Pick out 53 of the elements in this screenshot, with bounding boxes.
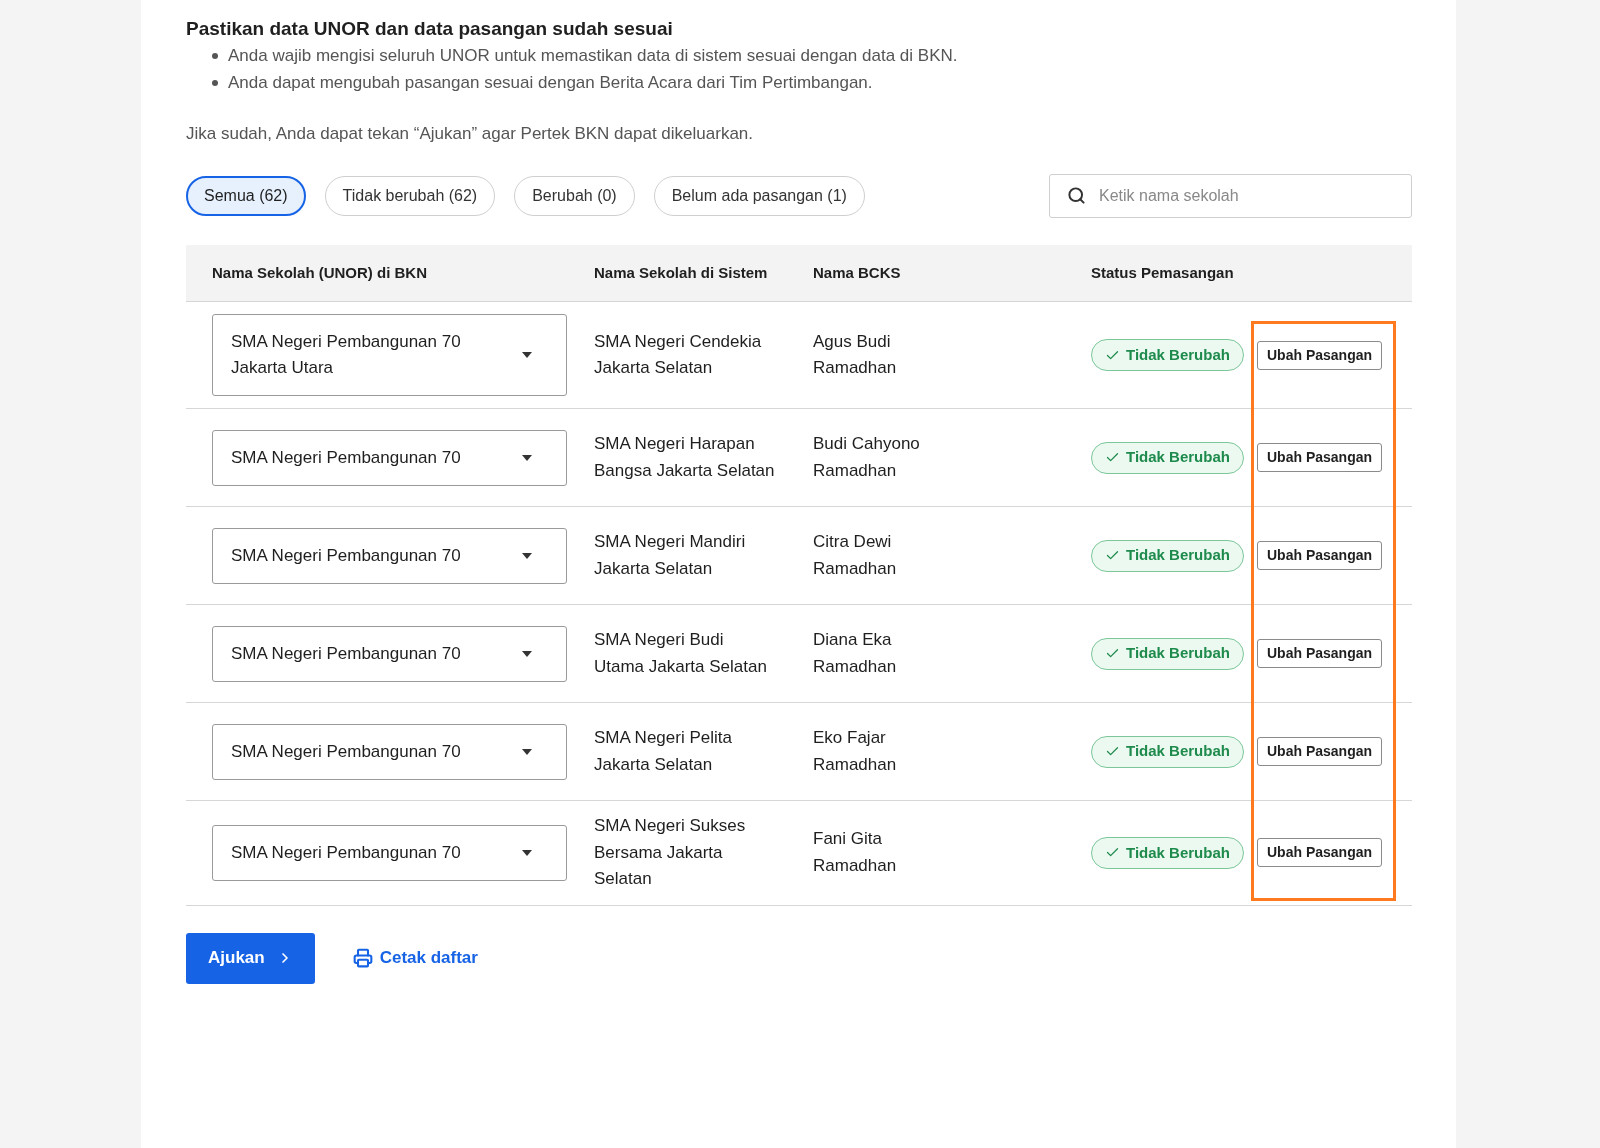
instruction-text: Jika sudah, Anda dapat tekan “Ajukan” agar Pertek BKN dapat dikeluarkan. <box>186 123 755 145</box>
caret-icon <box>522 748 532 755</box>
status-badge: Tidak Berubah <box>1091 539 1244 572</box>
filter-chip[interactable]: Belum ada pasangan (1) <box>653 176 865 216</box>
caret-icon <box>522 454 532 461</box>
column-header: Nama Sekolah (UNOR) di BKN <box>212 262 429 283</box>
column-header: Nama Sekolah di Sistem <box>594 262 769 283</box>
filter-chip[interactable]: Tidak berubah (62) <box>324 176 496 216</box>
bullet-text: Anda dapat mengubah pasangan sesuai dengan Berita Acara dari Tim Pertimbangan. <box>228 72 873 94</box>
table-cell-text: Agus Budi Ramadhan <box>813 330 898 379</box>
status-badge: Tidak Berubah <box>1091 836 1244 869</box>
school-dropdown[interactable]: SMA Negeri Pembangunan 70 <box>212 429 567 486</box>
table-cell-text: SMA Negeri Pelita Jakarta Selatan <box>594 727 733 776</box>
section-heading: Pastikan data UNOR dan data pasangan sudah sesuai <box>186 17 674 41</box>
status-badge: Tidak Berubah <box>1091 735 1244 768</box>
school-dropdown[interactable]: SMA Negeri Pembangunan 70 Jakarta Utara <box>212 314 567 396</box>
change-pair-button[interactable]: Ubah Pasangan <box>1257 737 1383 766</box>
school-dropdown[interactable]: SMA Negeri Pembangunan 70 <box>212 824 567 881</box>
caret-icon <box>522 650 532 657</box>
change-pair-button[interactable]: Ubah Pasangan <box>1257 639 1383 668</box>
status-badge: Tidak Berubah <box>1091 637 1244 670</box>
table-cell-text: SMA Negeri Sukses Bersama Jakarta Selatan <box>594 815 747 890</box>
table-cell-text: Eko Fajar Ramadhan <box>813 727 898 776</box>
column-header: Nama BCKS <box>813 262 902 283</box>
school-dropdown[interactable]: SMA Negeri Pembangunan 70 <box>212 625 567 682</box>
search-icon <box>1067 186 1086 205</box>
status-badge: Tidak Berubah <box>1091 441 1244 474</box>
caret-icon <box>522 849 532 856</box>
filter-chip[interactable]: Berubah (0) <box>514 176 635 216</box>
table-cell-text: SMA Negeri Mandiri Jakarta Selatan <box>594 531 747 580</box>
caret-icon <box>522 552 532 559</box>
printer-icon <box>352 948 373 968</box>
change-pair-button[interactable]: Ubah Pasangan <box>1257 541 1383 570</box>
table-cell-text: SMA Negeri Budi Utama Jakarta Selatan <box>594 629 768 678</box>
table-cell-text: SMA Negeri Harapan Bangsa Jakarta Selatan <box>594 433 776 482</box>
column-header: Status Pemasangan <box>1091 262 1235 283</box>
table-cell-text: Budi Cahyono Ramadhan <box>813 433 921 482</box>
school-dropdown[interactable]: SMA Negeri Pembangunan 70 <box>212 527 567 584</box>
filter-chip[interactable]: Semua (62) <box>186 176 306 216</box>
search-field[interactable]: Ketik nama sekolah <box>1049 174 1412 218</box>
submit-button[interactable]: Ajukan <box>186 932 315 984</box>
print-list-link[interactable]: Cetak daftar <box>352 945 478 971</box>
table-cell-text: Diana Eka Ramadhan <box>813 629 898 678</box>
caret-icon <box>522 352 532 358</box>
change-pair-button[interactable]: Ubah Pasangan <box>1257 340 1383 370</box>
table-cell-text: Citra Dewi Ramadhan <box>813 531 898 580</box>
table-cell-text: Fani Gita Ramadhan <box>813 828 898 877</box>
change-pair-button[interactable]: Ubah Pasangan <box>1257 838 1383 868</box>
change-pair-button[interactable]: Ubah Pasangan <box>1257 443 1383 472</box>
table-cell-text: SMA Negeri Cendekia Jakarta Selatan <box>594 330 763 379</box>
school-dropdown[interactable]: SMA Negeri Pembangunan 70 <box>212 723 567 780</box>
status-badge: Tidak Berubah <box>1091 339 1244 371</box>
bullet-text: Anda wajib mengisi seluruh UNOR untuk memastikan data di sistem sesuai dengan data di BKN. <box>228 45 958 67</box>
